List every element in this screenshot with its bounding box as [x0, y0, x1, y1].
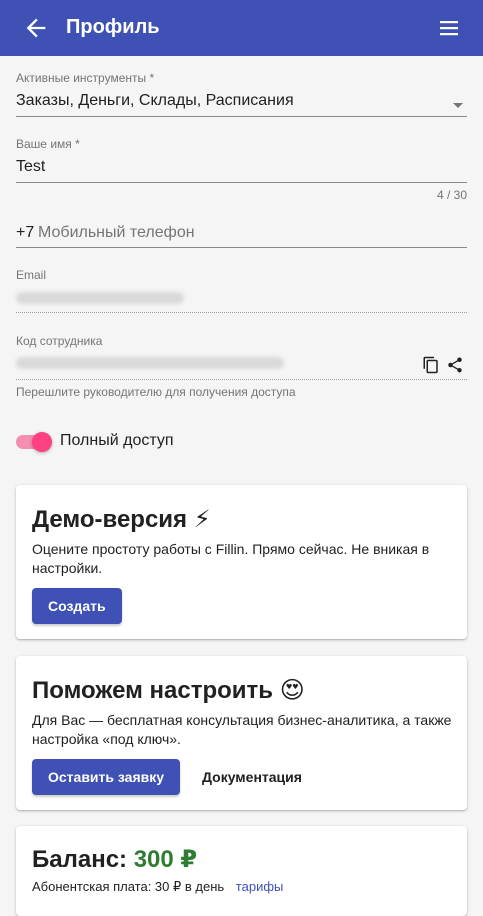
full-access-switch[interactable] — [16, 432, 52, 452]
submit-request-button[interactable]: Оставить заявку — [32, 759, 181, 795]
share-icon[interactable] — [446, 356, 464, 374]
menu-icon[interactable] — [437, 16, 461, 40]
demo-card-text: Оцените простоту работы с Fillin. Прямо … — [32, 541, 430, 576]
email-value-obscured — [16, 292, 184, 304]
full-access-label: Полный доступ — [60, 432, 174, 449]
employee-code-field: Код сотрудника Перешлите руководителю дл… — [16, 333, 467, 403]
phone-placeholder[interactable]: Мобильный телефон — [38, 224, 195, 242]
active-tools-value: Заказы, Деньги, Склады, Расписания — [16, 92, 294, 109]
employee-code-value-obscured — [16, 357, 284, 369]
setup-help-card: Поможем настроить 😍 Для Вас — бесплатная… — [16, 656, 467, 810]
email-label: Email — [16, 268, 47, 282]
app-bar: Профиль — [0, 0, 483, 56]
name-label: Ваше имя * — [16, 137, 80, 151]
email-field: Email — [16, 267, 467, 315]
dropdown-caret-icon[interactable] — [453, 103, 463, 108]
active-tools-label: Активные инструменты * — [16, 71, 155, 85]
balance-title-prefix: Баланс: — [32, 846, 128, 873]
employee-code-label: Код сотрудника — [16, 334, 103, 348]
demo-card: Демо-версия ⚡ Оцените простоту работы с … — [16, 485, 467, 639]
documentation-button[interactable]: Документация — [186, 759, 318, 795]
setup-help-card-title: Поможем настроить 😍 — [32, 677, 305, 704]
balance-amount: 300 ₽ — [133, 846, 198, 873]
active-tools-select[interactable]: Активные инструменты * Заказы, Деньги, С… — [16, 70, 467, 118]
back-arrow-icon[interactable] — [22, 14, 50, 42]
create-demo-button[interactable]: Создать — [32, 588, 122, 624]
tariffs-link[interactable]: тарифы — [236, 879, 284, 894]
setup-help-card-text: Для Вас — бесплатная консультация бизнес… — [32, 712, 452, 747]
subscription-fee-text: Абонентская плата: 30 ₽ в день — [32, 879, 225, 894]
demo-card-title: Демо-версия ⚡ — [32, 506, 211, 533]
phone-prefix: +7 — [16, 224, 35, 241]
name-field[interactable]: Ваше имя * Test 4 / 30 — [16, 137, 467, 207]
balance-title: Баланс: 300 ₽ — [32, 845, 197, 874]
balance-card: Баланс: 300 ₽ Абонентская плата: 30 ₽ в … — [16, 826, 467, 916]
employee-code-hint: Перешлите руководителю для получения дос… — [16, 385, 296, 399]
phone-field[interactable]: +7 Мобильный телефон — [16, 222, 467, 250]
name-value[interactable]: Test — [16, 158, 45, 176]
copy-icon[interactable] — [422, 356, 440, 374]
page-title: Профиль — [66, 16, 160, 38]
name-char-counter: 4 / 30 — [436, 188, 467, 202]
balance-fee: Абонентская плата: 30 ₽ в день тарифы — [32, 879, 283, 895]
